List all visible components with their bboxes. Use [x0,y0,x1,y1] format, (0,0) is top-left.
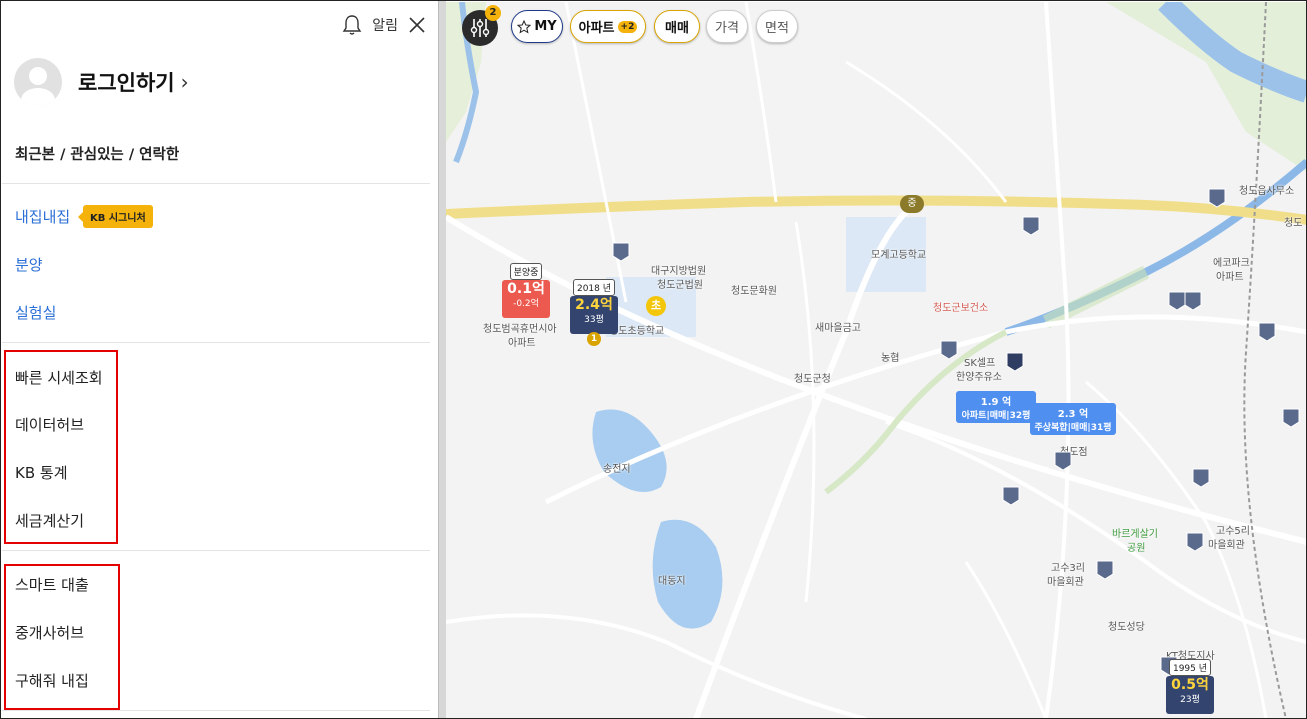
apartment-chip-label: 아파트 [578,21,615,36]
alarm-label[interactable]: 알림 [372,15,398,35]
map-label: 고수3리 [1051,563,1085,574]
map-label: 바르게살기 [1112,529,1158,540]
highlight-box-group1 [4,350,118,544]
complex-pin[interactable] [1054,451,1072,471]
complex-pin[interactable] [940,340,958,360]
divider [2,710,430,711]
map-label: 새마을금고 [815,323,861,334]
marker-tag: 분양중 [509,263,543,280]
road-number-badge: 중 [900,195,924,213]
recent-favorites-link[interactable]: 최근본 / 관심있는 / 연락한 [15,143,179,164]
complex-pin[interactable] [1002,486,1020,506]
divider [2,183,430,184]
panel-scrollbar[interactable] [438,1,446,718]
complex-pin[interactable] [1282,408,1300,428]
map-label: 에코파크 [1213,258,1250,269]
marker-price: 0.1억 [507,281,545,297]
sale-type-chip[interactable]: 매매 [654,10,700,43]
highlight-box-group2 [4,564,120,710]
complex-pin[interactable] [1186,532,1204,552]
map-label: 모계고등학교 [871,250,927,261]
rank-badge: 1 [587,332,601,346]
apartment-extra-count: +2 [617,20,638,33]
price-marker-2018[interactable]: 2018 년 2.4억 33평 1 [568,276,620,346]
map-label: SK셀프 [964,358,996,369]
app-frame: 알림 로그인하기 › 최근본 / 관심있는 / 연락한 내집내집 KB 시그니처… [0,0,1307,719]
menu-item-naejip[interactable]: 내집내집 [15,206,70,227]
bubble-sub: 주상복합|매매|31평 [1034,423,1112,433]
map-label: 청도범곡휴먼시아 [483,324,557,335]
map-label: 청도읍사무소 [1239,186,1295,197]
apartment-chip[interactable]: 아파트 +2 [570,10,646,43]
marker-sub: 33평 [584,315,604,325]
marker-body: 0.1억 -0.2억 [502,280,550,318]
chevron-right-icon: › [180,70,189,94]
map-label: 공원 [1127,543,1146,554]
price-marker-presale[interactable]: 분양중 0.1억 -0.2억 [500,260,552,318]
bubble-sub: 아파트|매매|32평 [961,411,1031,421]
complex-pin[interactable] [1192,468,1210,488]
map-label: 청도성당 [1108,622,1145,633]
filter-count-badge: 2 [485,5,501,21]
price-filter-chip[interactable]: 가격 [706,10,748,43]
map-label: 청도군법원 [657,280,703,291]
bubble-price: 1.9 억 [980,397,1012,408]
complex-pin[interactable] [612,242,630,262]
map-label: 청도 [1284,218,1303,229]
map-label: 아파트 [508,338,536,349]
login-label: 로그인하기 [78,71,175,95]
map-label: 청도문화원 [731,286,777,297]
close-icon[interactable] [408,16,426,34]
complex-pin[interactable] [1258,322,1276,342]
price-bubble-apt[interactable]: 1.9 억 아파트|매매|32평 [956,391,1036,423]
divider [2,342,430,343]
my-chip[interactable]: MY [511,10,563,43]
kb-signature-badge: KB 시그니처 [78,205,153,228]
marker-body: 0.5억 23평 [1166,676,1214,714]
marker-sub: -0.2억 [513,299,539,309]
top-actions: 알림 [342,14,426,36]
complex-pin[interactable] [1006,352,1024,372]
price-bubble-mixed[interactable]: 2.3 억 주상복합|매매|31평 [1030,403,1116,435]
star-icon [517,19,532,34]
complex-pin[interactable] [1184,291,1202,311]
divider [2,550,430,551]
marker-tag: 1995 년 [1168,659,1212,676]
marker-price: 2.4억 [575,297,613,313]
area-filter-chip[interactable]: 면적 [756,10,798,43]
login-button[interactable]: 로그인하기 › [14,58,189,106]
map-label: 청도군청 [794,374,831,385]
map-view[interactable]: 대구지방법원 청도군법원 청도문화원 모계고등학교 청도범곡휴먼시아 아파트 청… [446,2,1306,718]
map-label: 아파트 [1216,272,1244,283]
map-label: 송전지 [603,464,631,475]
map-label: 마을회관 [1047,577,1084,588]
complex-pin[interactable] [1096,560,1114,580]
marker-tag: 2018 년 [572,279,616,296]
menu-item-lab[interactable]: 실험실 [15,302,56,323]
my-chip-label: MY [534,19,557,34]
bell-icon[interactable] [342,14,362,36]
avatar [14,58,62,106]
map-label: 청도군보건소 [933,303,989,314]
map-label: 농협 [881,353,900,364]
price-marker-1995[interactable]: 1995 년 0.5억 23평 [1164,656,1216,714]
map-label: 고수5리 [1216,526,1250,537]
map-label: 대구지방법원 [651,266,707,277]
marker-body: 2.4억 33평 [570,296,618,334]
map-label: 대동지 [658,576,686,587]
map-label: 한양주유소 [956,372,1002,383]
complex-pin[interactable] [1208,188,1226,208]
map-background [446,2,1306,718]
marker-price: 0.5억 [1171,677,1209,693]
marker-sub: 23평 [1180,695,1200,705]
complex-pin[interactable] [1022,216,1040,236]
map-label: 마을회관 [1208,540,1245,551]
bubble-price: 2.3 억 [1057,409,1089,420]
menu-item-bunyang[interactable]: 분양 [15,254,43,275]
school-badge: 초 [646,296,666,316]
side-menu-panel: 알림 로그인하기 › 최근본 / 관심있는 / 연락한 내집내집 KB 시그니처… [2,2,438,718]
